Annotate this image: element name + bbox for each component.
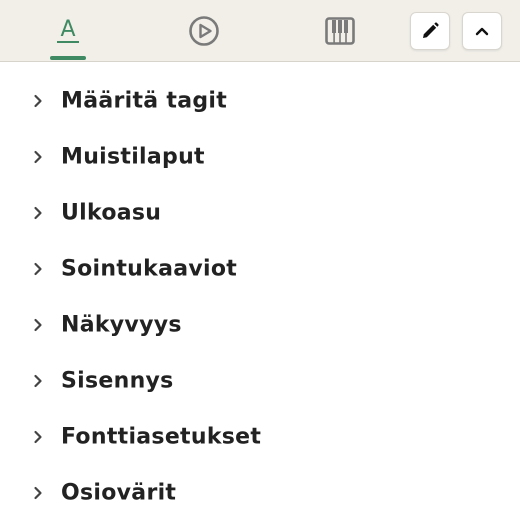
settings-section-list: Määritä tagit Muistilaput Ulkoasu Sointu… [0,73,520,521]
section-label: Näkyvyys [61,312,182,338]
text-format-icon: A [57,17,79,43]
toolbar: A [0,0,520,62]
chevron-right-icon [34,94,42,108]
section-section-colors[interactable]: Osiovärit [0,465,520,521]
section-font-settings[interactable]: Fonttiasetukset [0,409,520,465]
play-circle-icon [189,16,219,46]
chevron-right-icon [34,374,42,388]
chevron-right-icon [34,206,42,220]
section-visibility[interactable]: Näkyvyys [0,297,520,353]
chevron-right-icon [34,486,42,500]
active-tab-indicator [50,56,86,60]
section-indentation[interactable]: Sisennys [0,353,520,409]
section-label: Muistilaput [61,144,205,170]
chevron-right-icon [34,318,42,332]
piano-icon [325,17,355,45]
tab-playback[interactable] [174,0,234,62]
section-label: Määritä tagit [61,88,228,114]
tab-piano[interactable] [310,0,370,62]
text-format-icon-letter: A [60,17,75,42]
edit-button[interactable] [410,12,450,50]
section-chord-diagrams[interactable]: Sointukaaviot [0,241,520,297]
section-label: Sisennys [61,368,174,394]
pencil-icon [423,22,439,38]
section-label: Sointukaaviot [61,256,238,282]
chevron-right-icon [34,150,42,164]
chevron-right-icon [34,262,42,276]
section-sticky-notes[interactable]: Muistilaput [0,129,520,185]
section-appearance[interactable]: Ulkoasu [0,185,520,241]
collapse-button[interactable] [462,12,502,50]
section-label: Ulkoasu [61,200,162,226]
section-mark-tags[interactable]: Määritä tagit [0,73,520,129]
chevron-right-icon [34,430,42,444]
section-label: Osiovärit [61,480,177,506]
section-label: Fonttiasetukset [61,424,262,450]
chevron-up-icon [475,27,489,36]
tab-text-format[interactable]: A [38,0,98,62]
